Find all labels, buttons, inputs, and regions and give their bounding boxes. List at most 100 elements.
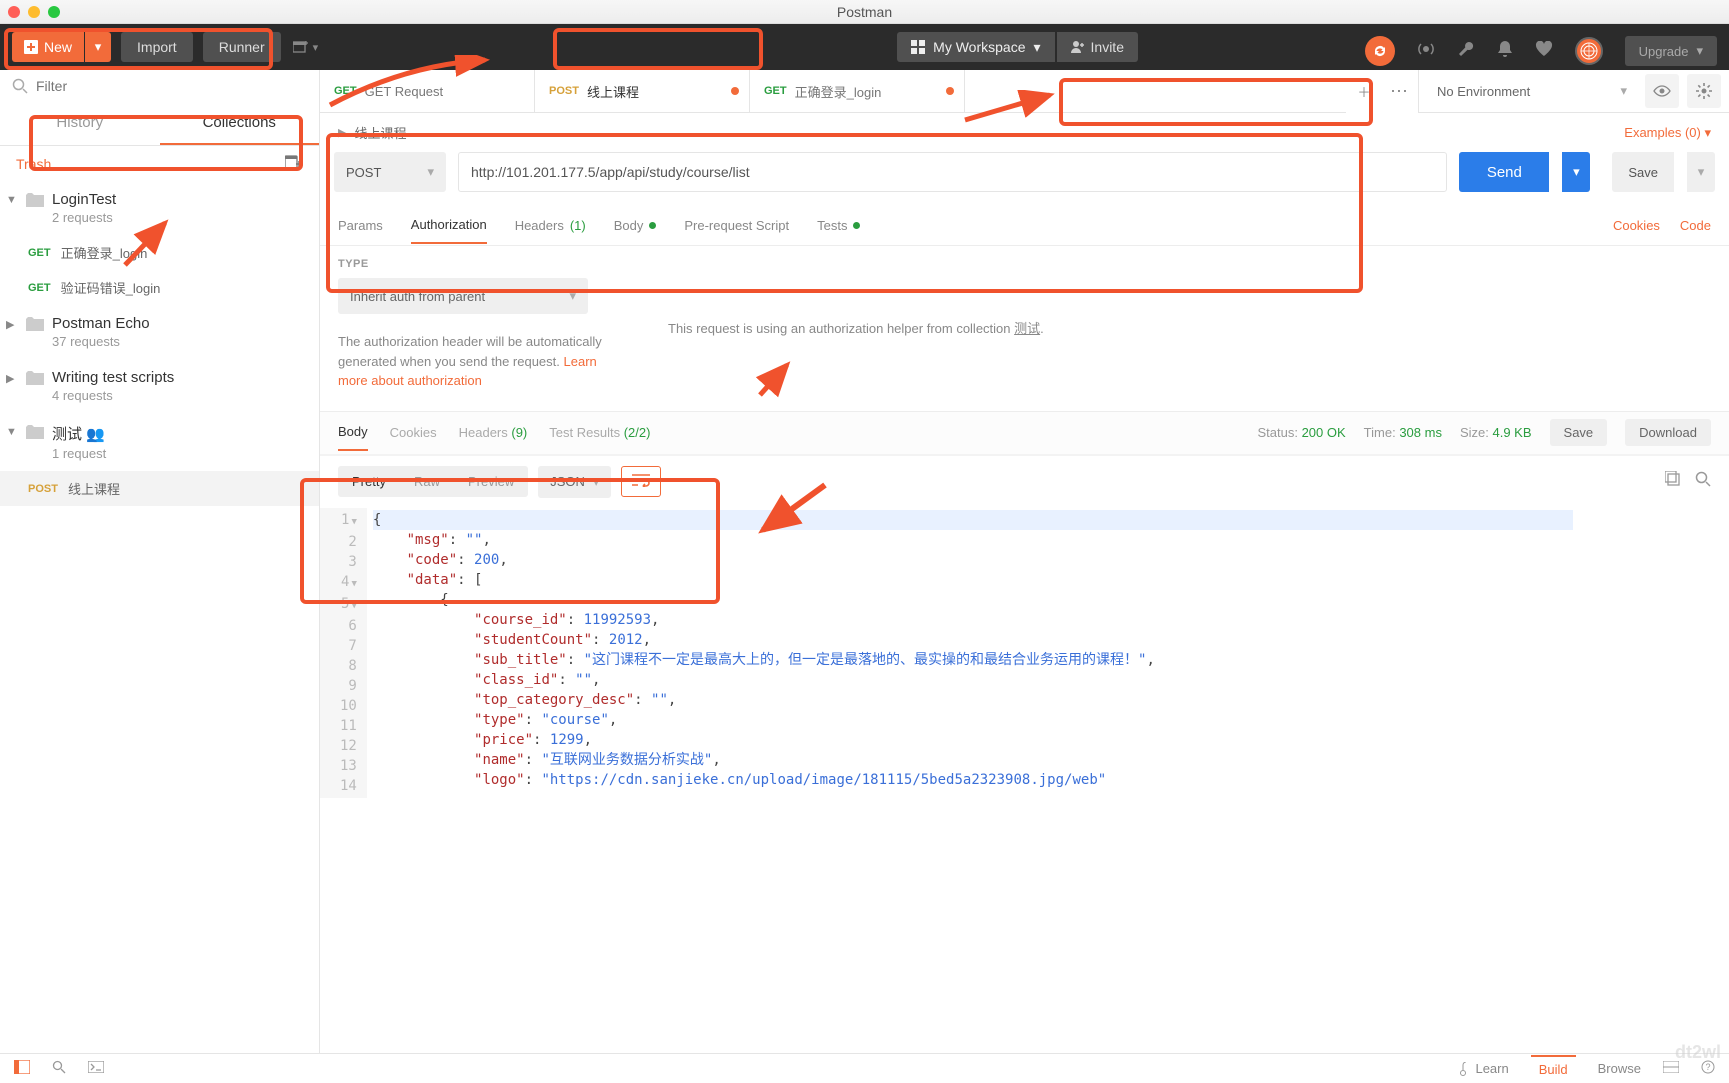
- copy-response-button[interactable]: [1665, 471, 1681, 492]
- collection-item[interactable]: ▼ LoginTest 2 requests: [0, 181, 319, 235]
- import-button[interactable]: Import: [121, 32, 193, 62]
- eye-icon: [1653, 85, 1671, 97]
- workspace-selector[interactable]: My Workspace ▾: [897, 32, 1054, 62]
- response-status: 200 OK: [1302, 425, 1346, 440]
- request-tab[interactable]: GET正确登录_login: [750, 70, 965, 112]
- send-dropdown[interactable]: ▾: [1562, 152, 1590, 192]
- browse-button[interactable]: Browse: [1598, 1061, 1641, 1076]
- satellite-icon[interactable]: [1417, 40, 1435, 63]
- user-avatar[interactable]: [1575, 37, 1603, 65]
- person-plus-icon: [1071, 40, 1085, 54]
- request-tab[interactable]: POST线上课程: [535, 70, 750, 112]
- auth-inherit-message: This request is using an authorization h…: [668, 258, 1711, 391]
- auth-help-text: The authorization header will be automat…: [338, 332, 628, 391]
- response-tab-cookies[interactable]: Cookies: [390, 415, 437, 450]
- search-icon: [12, 78, 28, 94]
- download-response-button[interactable]: Download: [1625, 419, 1711, 446]
- response-viewmode: Pretty Raw Preview: [338, 466, 528, 497]
- send-button[interactable]: Send: [1459, 152, 1549, 192]
- examples-dropdown[interactable]: Examples (0) ▾: [1624, 125, 1711, 141]
- build-button[interactable]: Build: [1531, 1055, 1576, 1082]
- tab-tests[interactable]: Tests: [817, 208, 860, 243]
- response-format-selector[interactable]: JSON▾: [538, 466, 611, 498]
- main-panel: GETGET RequestPOST线上课程GET正确登录_login ＋ ⋯ …: [320, 70, 1729, 1053]
- method-selector[interactable]: POST▾: [334, 152, 446, 192]
- url-input[interactable]: [458, 152, 1447, 192]
- window-title: Postman: [0, 4, 1729, 20]
- tab-prerequest[interactable]: Pre-request Script: [684, 208, 789, 243]
- tab-overflow-button[interactable]: ⋯: [1382, 70, 1418, 113]
- console-button[interactable]: [88, 1061, 104, 1076]
- environment-quicklook-button[interactable]: [1645, 74, 1679, 108]
- svg-text:?: ?: [1705, 1062, 1710, 1072]
- new-tab-button[interactable]: ＋: [1346, 70, 1382, 113]
- tab-params[interactable]: Params: [338, 208, 383, 243]
- collection-item[interactable]: ▶ Postman Echo 37 requests: [0, 305, 319, 359]
- watermark: dt2wl: [1675, 1042, 1721, 1063]
- upgrade-button[interactable]: Upgrade▾: [1625, 36, 1717, 66]
- save-dropdown[interactable]: ▾: [1687, 152, 1715, 192]
- heart-icon[interactable]: [1535, 41, 1553, 62]
- viewmode-raw[interactable]: Raw: [400, 466, 454, 497]
- cookies-link[interactable]: Cookies: [1613, 218, 1660, 233]
- wrench-icon[interactable]: [1457, 40, 1475, 63]
- auth-type-selector[interactable]: Inherit auth from parent▾: [338, 278, 588, 314]
- tab-authorization[interactable]: Authorization: [411, 207, 487, 244]
- environment-settings-button[interactable]: [1687, 74, 1721, 108]
- viewmode-pretty[interactable]: Pretty: [338, 466, 400, 497]
- find-button[interactable]: [52, 1060, 66, 1077]
- main-toolbar: New ▾ Import Runner ▾ My Workspace ▾ Inv…: [0, 24, 1729, 70]
- request-item[interactable]: GET验证码错误_login: [0, 270, 319, 305]
- avatar-icon: [1580, 42, 1598, 60]
- request-item[interactable]: GET正确登录_login: [0, 235, 319, 270]
- sidebar-tab-history[interactable]: History: [0, 102, 160, 145]
- sidebar-tab-collections[interactable]: Collections: [160, 102, 320, 145]
- window-titlebar: Postman: [0, 0, 1729, 24]
- new-button[interactable]: New: [12, 32, 84, 62]
- filter-input[interactable]: [36, 78, 307, 94]
- new-dropdown[interactable]: ▾: [85, 32, 111, 62]
- trash-link[interactable]: Trash: [16, 156, 51, 172]
- status-bar: Learn Build Browse ?: [0, 1053, 1729, 1083]
- response-body[interactable]: 1▼234▼5▼67891011121314 { "msg": "", "cod…: [320, 508, 1729, 798]
- grid-icon: [911, 40, 925, 54]
- response-tab-body[interactable]: Body: [338, 414, 368, 451]
- collection-item[interactable]: ▼ 测试 👥1 request: [0, 413, 319, 471]
- sidebar-toggle-button[interactable]: [14, 1060, 30, 1077]
- request-item[interactable]: POST线上课程: [0, 471, 319, 506]
- filter-row: [0, 70, 319, 102]
- runner-button[interactable]: Runner: [203, 32, 281, 62]
- collection-item[interactable]: ▶ Writing test scripts 4 requests: [0, 359, 319, 413]
- response-time: 308 ms: [1399, 425, 1442, 440]
- environment-selector[interactable]: No Environment▾: [1427, 74, 1637, 108]
- bell-icon[interactable]: [1497, 40, 1513, 63]
- request-tab[interactable]: GETGET Request: [320, 70, 535, 112]
- sidebar: History Collections Trash ▼ LoginTest 2 …: [0, 70, 320, 1053]
- tab-body[interactable]: Body: [614, 208, 657, 243]
- wrap-icon: [632, 473, 650, 487]
- auth-collection-link[interactable]: 测试: [1014, 321, 1040, 336]
- response-tab-headers[interactable]: Headers (9): [459, 415, 528, 450]
- invite-button[interactable]: Invite: [1057, 32, 1138, 62]
- new-collection-button[interactable]: [285, 154, 303, 173]
- search-response-button[interactable]: [1695, 471, 1711, 492]
- window-plus-icon: [293, 40, 309, 54]
- layout-2pane-button[interactable]: [1663, 1061, 1679, 1076]
- response-size: 4.9 KB: [1493, 425, 1532, 440]
- response-tab-tests[interactable]: Test Results (2/2): [549, 415, 650, 450]
- save-response-button[interactable]: Save: [1550, 419, 1608, 446]
- viewmode-preview[interactable]: Preview: [454, 466, 528, 497]
- auth-type-label: TYPE: [338, 258, 628, 270]
- save-button[interactable]: Save: [1612, 152, 1674, 192]
- sync-button[interactable]: [1365, 36, 1395, 66]
- plus-icon: [24, 40, 38, 54]
- tab-headers[interactable]: Headers (1): [515, 208, 586, 243]
- body-modified-indicator: [649, 222, 656, 229]
- request-breadcrumb: ▶ 线上课程 Examples (0) ▾: [320, 113, 1729, 152]
- learn-button[interactable]: Learn: [1457, 1061, 1508, 1076]
- new-window-button[interactable]: ▾: [293, 40, 319, 54]
- code-link[interactable]: Code: [1680, 218, 1711, 233]
- gear-icon: [1696, 83, 1712, 99]
- request-tabs: GETGET RequestPOST线上课程GET正确登录_login: [320, 70, 1346, 113]
- wrap-lines-button[interactable]: [621, 466, 661, 497]
